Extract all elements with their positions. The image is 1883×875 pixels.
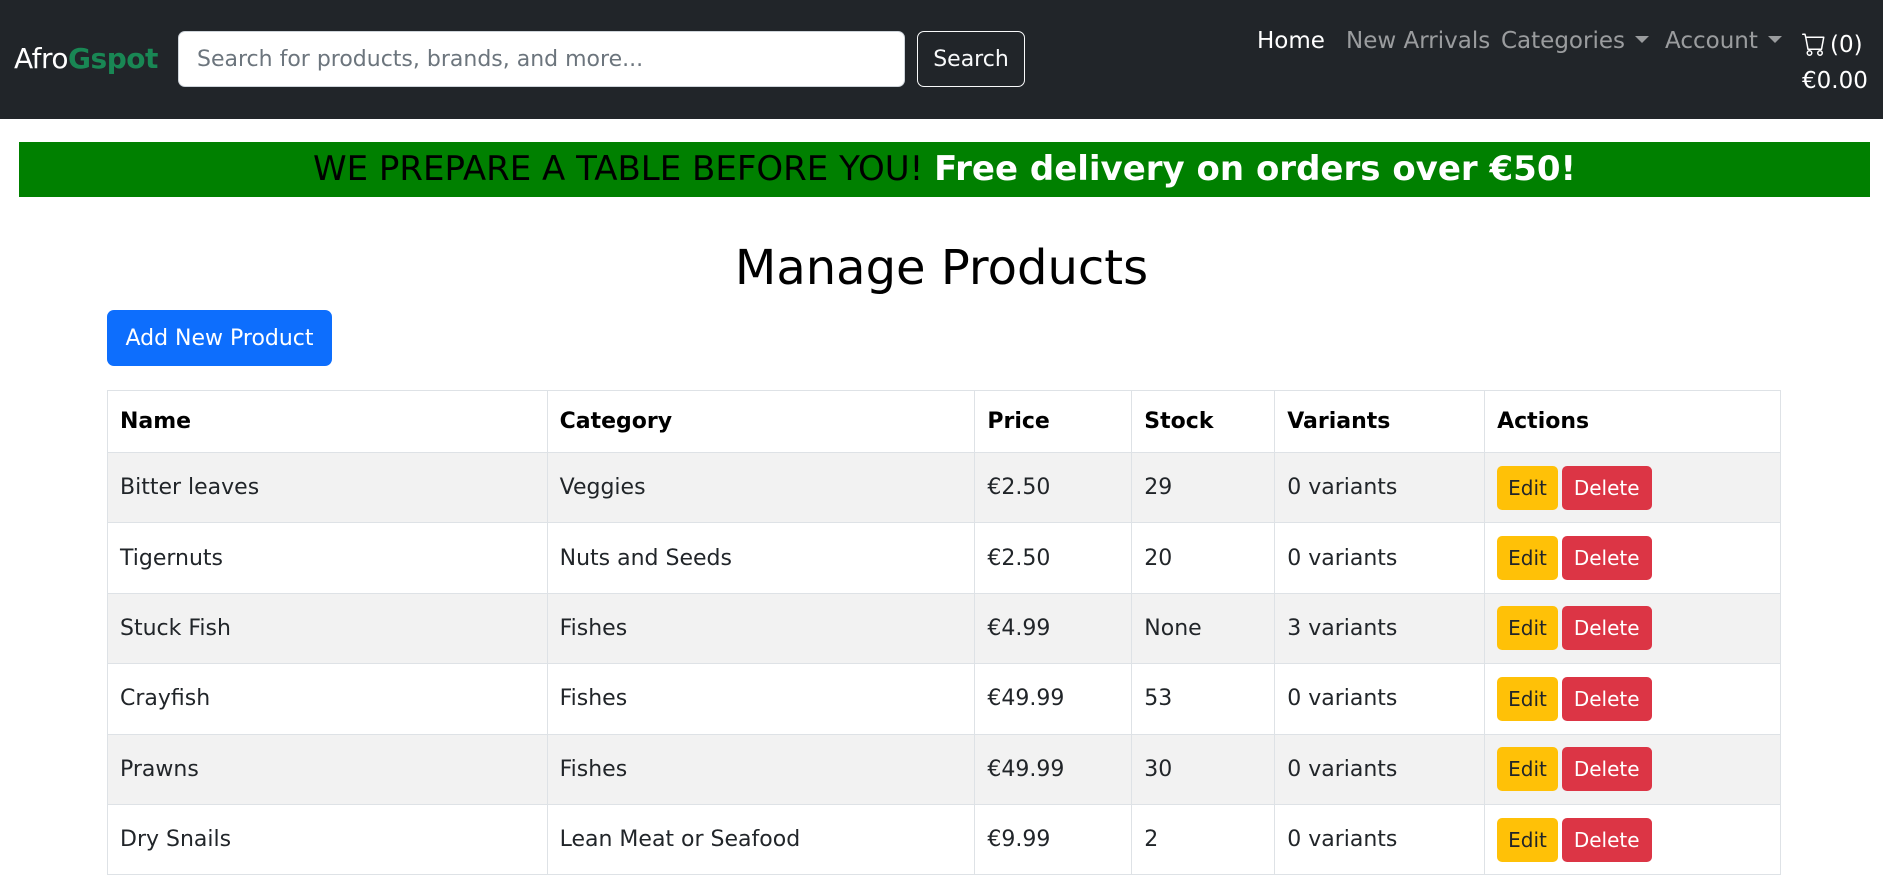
promo-free-delivery: Free delivery on orders over €50! xyxy=(934,149,1576,189)
cart-link[interactable]: (0) €0.00 xyxy=(1802,27,1868,99)
delete-button[interactable]: Delete xyxy=(1561,536,1652,581)
product-stock: None xyxy=(1131,592,1276,665)
product-actions: Edit Delete xyxy=(1484,803,1781,875)
product-actions: Edit Delete xyxy=(1484,451,1781,524)
product-variants: 0 variants xyxy=(1274,522,1486,594)
add-new-product-button[interactable]: Add New Product xyxy=(107,310,332,366)
product-category: Nuts and Seeds xyxy=(546,522,976,594)
nav-dropdown-categories[interactable]: Categories xyxy=(1501,28,1649,54)
product-variants: 0 variants xyxy=(1274,663,1486,735)
products-table: Name Category Price Stock Variants Actio… xyxy=(107,390,1781,875)
nav-dropdown-account-label: Account xyxy=(1665,28,1758,54)
edit-button[interactable]: Edit xyxy=(1497,676,1558,721)
nav-dropdown-categories-label: Categories xyxy=(1501,28,1625,54)
product-stock: 29 xyxy=(1131,451,1276,524)
product-name: Tigernuts xyxy=(107,522,548,594)
product-name: Bitter leaves xyxy=(107,451,548,524)
product-variants: 0 variants xyxy=(1274,733,1486,805)
search-button[interactable]: Search xyxy=(917,31,1025,87)
chevron-down-icon xyxy=(1634,36,1649,43)
nav-link-home[interactable]: Home xyxy=(1257,28,1325,54)
product-category: Fishes xyxy=(546,592,976,665)
delete-button[interactable]: Delete xyxy=(1561,747,1652,792)
product-category: Fishes xyxy=(546,663,976,735)
cart-icon xyxy=(1802,33,1825,56)
table-header-row: Name Category Price Stock Variants Actio… xyxy=(107,390,1781,453)
product-category: Lean Meat or Seafood xyxy=(546,803,976,875)
delete-button[interactable]: Delete xyxy=(1561,606,1652,651)
product-actions: Edit Delete xyxy=(1484,663,1781,735)
nav-link-new-arrivals[interactable]: New Arrivals xyxy=(1346,28,1490,54)
product-price: €49.99 xyxy=(974,733,1133,805)
column-header-price: Price xyxy=(974,390,1133,453)
edit-button[interactable]: Edit xyxy=(1497,747,1558,792)
column-header-stock: Stock xyxy=(1131,390,1276,453)
chevron-down-icon xyxy=(1767,36,1782,43)
product-variants: 0 variants xyxy=(1274,803,1486,875)
column-header-variants: Variants xyxy=(1274,390,1486,453)
table-row: Crayfish Fishes €49.99 53 0 variants Edi… xyxy=(107,663,1781,735)
table-row: Dry Snails Lean Meat or Seafood €9.99 2 … xyxy=(107,803,1781,875)
product-price: €2.50 xyxy=(974,522,1133,594)
cart-total: €0.00 xyxy=(1802,68,1868,94)
brand-text-gspot[interactable]: Gspot xyxy=(68,42,158,75)
edit-button[interactable]: Edit xyxy=(1497,536,1558,581)
promo-banner: WE PREPARE A TABLE BEFORE YOU! Free deli… xyxy=(19,142,1870,197)
edit-button[interactable]: Edit xyxy=(1497,465,1558,510)
top-navbar: AfroGspot Search Home New Arrivals Categ… xyxy=(0,0,1883,119)
product-category: Veggies xyxy=(546,451,976,524)
product-actions: Edit Delete xyxy=(1484,592,1781,665)
product-price: €2.50 xyxy=(974,451,1133,524)
product-actions: Edit Delete xyxy=(1484,733,1781,805)
brand-logo[interactable]: AfroGspot xyxy=(14,42,158,75)
product-actions: Edit Delete xyxy=(1484,522,1781,594)
product-stock: 2 xyxy=(1131,803,1276,875)
column-header-name: Name xyxy=(107,390,548,453)
cart-count: (0) xyxy=(1830,32,1863,58)
nav-dropdown-account[interactable]: Account xyxy=(1665,28,1782,54)
product-variants: 0 variants xyxy=(1274,451,1486,524)
column-header-actions: Actions xyxy=(1484,390,1781,453)
edit-button[interactable]: Edit xyxy=(1497,817,1558,862)
promo-slogan: WE PREPARE A TABLE BEFORE YOU! xyxy=(313,149,924,189)
search-input[interactable] xyxy=(178,31,905,87)
product-stock: 30 xyxy=(1131,733,1276,805)
product-name: Prawns xyxy=(107,733,548,805)
product-name: Stuck Fish xyxy=(107,592,548,665)
product-stock: 53 xyxy=(1131,663,1276,735)
delete-button[interactable]: Delete xyxy=(1561,817,1652,862)
product-category: Fishes xyxy=(546,733,976,805)
product-price: €4.99 xyxy=(974,592,1133,665)
product-variants: 3 variants xyxy=(1274,592,1486,665)
brand-text-afro[interactable]: Afro xyxy=(14,42,69,75)
table-row: Tigernuts Nuts and Seeds €2.50 20 0 vari… xyxy=(107,522,1781,594)
edit-button[interactable]: Edit xyxy=(1497,606,1558,651)
table-row: Stuck Fish Fishes €4.99 None 3 variants … xyxy=(107,592,1781,665)
delete-button[interactable]: Delete xyxy=(1561,465,1652,510)
table-row: Bitter leaves Veggies €2.50 29 0 variant… xyxy=(107,451,1781,524)
product-price: €9.99 xyxy=(974,803,1133,875)
product-name: Crayfish xyxy=(107,663,548,735)
column-header-category: Category xyxy=(546,390,976,453)
table-row: Prawns Fishes €49.99 30 0 variants Edit D… xyxy=(107,733,1781,805)
delete-button[interactable]: Delete xyxy=(1561,676,1652,721)
product-name: Dry Snails xyxy=(107,803,548,875)
page-title: Manage Products xyxy=(734,240,1149,296)
product-price: €49.99 xyxy=(974,663,1133,735)
product-stock: 20 xyxy=(1131,522,1276,594)
